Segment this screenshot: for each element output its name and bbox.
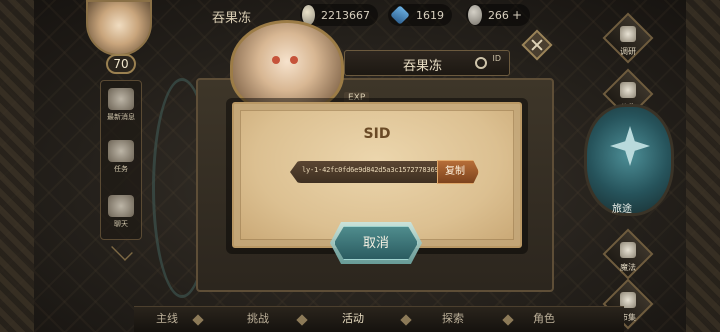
right-decor-strip <box>686 0 720 332</box>
task-button[interactable]: 任务 <box>102 140 140 174</box>
research-button[interactable]: 调研 <box>602 12 654 64</box>
eye-right <box>290 56 298 64</box>
chat-button[interactable]: 聊天 <box>102 195 140 229</box>
tab-main[interactable]: 主线 <box>156 310 178 326</box>
tab-challenge[interactable]: 挑战 <box>247 310 269 326</box>
journey-label: 旅途 <box>612 204 632 215</box>
magic-icon <box>620 242 636 258</box>
sid-value: ly-1-42fc0fd6e9d842d5a3c1572778369908 <box>302 166 451 174</box>
search-icon[interactable] <box>475 57 487 69</box>
chat-icon <box>108 195 134 217</box>
portrait-face <box>266 56 306 76</box>
id-label[interactable]: ID <box>492 54 501 63</box>
cancel-button[interactable]: 取消 <box>334 226 418 260</box>
chat-label: 聊天 <box>114 220 128 228</box>
tab-explore[interactable]: 探索 <box>442 310 464 326</box>
research-icon <box>620 26 636 42</box>
gem-icon <box>390 5 410 25</box>
name-plate-text: 吞果冻 <box>403 59 443 74</box>
add-stone-icon[interactable]: + <box>512 8 522 22</box>
tab-event[interactable]: 活动 <box>342 310 364 326</box>
gem-value: 1619 <box>416 8 444 22</box>
stone-value: 266 <box>487 8 509 22</box>
news-icon <box>108 88 134 110</box>
gold-value: 2213667 <box>321 8 370 22</box>
news-button[interactable]: 最新消息 <box>102 88 140 122</box>
news-label: 最新消息 <box>107 113 135 121</box>
stone-counter[interactable]: 266 + <box>466 4 530 26</box>
tab-character[interactable]: 角色 <box>533 310 555 326</box>
task-icon <box>108 140 134 162</box>
gold-counter[interactable]: 2213667 <box>300 4 378 26</box>
eye-left <box>272 56 280 64</box>
name-plate: 吞果冻 ID <box>344 50 510 76</box>
level-badge: 70 <box>106 54 136 74</box>
gem-counter[interactable]: 1619 <box>388 4 452 26</box>
task-label: 任务 <box>114 165 128 173</box>
notice-icon <box>620 82 636 98</box>
left-decor-strip <box>0 0 34 332</box>
magic-button[interactable]: 魔法 <box>602 228 654 280</box>
research-label: 调研 <box>620 47 636 56</box>
player-name: 吞果冻 <box>212 11 252 26</box>
magic-label: 魔法 <box>620 263 636 272</box>
stone-icon <box>468 5 482 25</box>
copy-button[interactable]: 复制 <box>437 160 479 184</box>
dialog-title: SID <box>363 126 391 142</box>
